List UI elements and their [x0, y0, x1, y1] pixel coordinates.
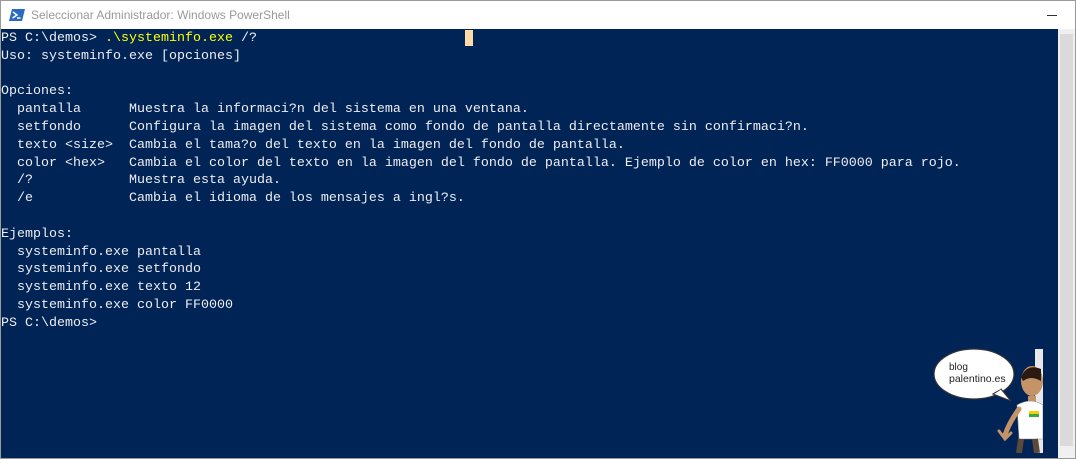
- prompt: PS C:\demos>: [1, 31, 105, 46]
- command-text: .\systeminfo.exe: [104, 31, 233, 46]
- console-line: /e Cambia el idioma de los mensajes a in…: [1, 191, 465, 207]
- vertical-scrollbar[interactable]: [1058, 29, 1075, 458]
- title-bar[interactable]: Seleccionar Administrador: Windows Power…: [1, 1, 1075, 29]
- prompt: PS C:\demos>: [1, 315, 97, 331]
- blog-logo: blog palentino.es: [933, 348, 1043, 453]
- logo-line1: blog: [949, 362, 968, 373]
- console-text: PS C:\demos> .\systeminfo.exe /? Uso: sy…: [1, 30, 961, 333]
- console-line: setfondo Configura la imagen del sistema…: [1, 119, 809, 135]
- console-line: systeminfo.exe setfondo: [1, 262, 201, 278]
- console-area[interactable]: PS C:\demos> .\systeminfo.exe /? Uso: sy…: [1, 29, 1058, 458]
- window-title: Seleccionar Administrador: Windows Power…: [31, 8, 290, 22]
- powershell-window: Seleccionar Administrador: Windows Power…: [0, 0, 1076, 459]
- powershell-icon[interactable]: [9, 7, 25, 23]
- scrollbar-thumb[interactable]: [1060, 34, 1073, 446]
- console-line: systeminfo.exe color FF0000: [1, 297, 233, 313]
- logo-line2: palentino.es: [949, 373, 1006, 385]
- console-line: /? Muestra esta ayuda.: [1, 173, 281, 189]
- console-output: Uso: systeminfo.exe [opciones] Opciones:…: [1, 49, 961, 313]
- console-line: Ejemplos:: [1, 226, 73, 242]
- console-line: pantalla Muestra la informaci?n del sist…: [1, 102, 529, 118]
- console-line: color <hex> Cambia el color del texto en…: [1, 155, 961, 171]
- console-line: texto <size> Cambia el tama?o del texto …: [1, 137, 625, 153]
- minimize-button[interactable]: [1029, 1, 1075, 29]
- console-line: systeminfo.exe texto 12: [1, 280, 201, 296]
- text-cursor: [465, 30, 473, 46]
- minimize-icon: [1047, 14, 1057, 16]
- console-line: Uso: systeminfo.exe [opciones]: [1, 48, 241, 64]
- console-line: systeminfo.exe pantalla: [1, 244, 201, 260]
- console-line: Opciones:: [1, 84, 73, 100]
- command-args: /?: [232, 31, 257, 46]
